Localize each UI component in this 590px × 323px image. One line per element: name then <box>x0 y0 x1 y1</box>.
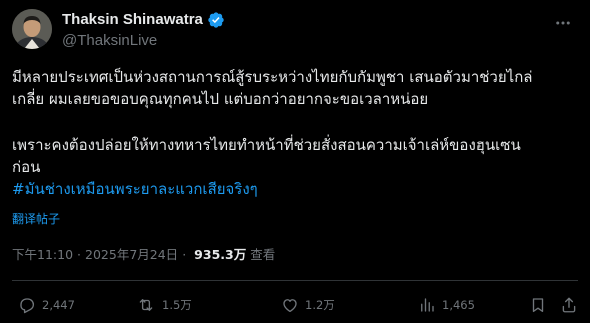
verified-badge-icon[interactable] <box>207 11 225 29</box>
reply-count: 2,447 <box>42 298 75 312</box>
post-meta: 下午11:10 · 2025年7月24日 · 935.3万 查看 <box>12 246 275 264</box>
hashtag-link[interactable]: #มันช่างเหมือนพระยาละแวกเสียจริงๆ <box>12 180 258 198</box>
divider <box>12 280 578 281</box>
post-text-line: ก่อน <box>12 158 41 176</box>
more-options-icon[interactable] <box>552 12 574 34</box>
share-button[interactable] <box>560 292 578 318</box>
post-time[interactable]: 下午11:10 <box>12 246 73 264</box>
share-icon <box>560 296 578 314</box>
translate-post-link[interactable]: 翻译帖子 <box>12 211 60 227</box>
like-icon <box>281 296 299 314</box>
views-action-count: 1,465 <box>442 298 475 312</box>
meta-separator: · <box>182 247 187 262</box>
post-text-line: มีหลายประเทศเป็นห่วงสถานการณ์สู้รบระหว่า… <box>12 68 533 86</box>
like-button[interactable]: 1.2万 <box>281 292 335 318</box>
views-button[interactable]: 1,465 <box>418 292 475 318</box>
reply-icon <box>18 296 36 314</box>
display-name[interactable]: Thaksin Shinawatra <box>62 10 203 30</box>
post: Thaksin Shinawatra @ThaksinLive มีหลายปร… <box>0 0 590 323</box>
post-text-line: เพราะคงต้องปล่อยให้ทางทหารไทยทำหน้าที่ช่… <box>12 136 521 154</box>
handle[interactable]: @ThaksinLive <box>62 31 225 51</box>
repost-button[interactable]: 1.5万 <box>136 292 192 318</box>
views-icon <box>418 296 436 314</box>
avatar-image <box>12 9 52 49</box>
post-text: มีหลายประเทศเป็นห่วงสถานการณ์สู้รบระหว่า… <box>12 66 578 200</box>
name-row: Thaksin Shinawatra <box>62 10 225 30</box>
reply-button[interactable]: 2,447 <box>18 292 75 318</box>
views-count: 935.3万 <box>194 247 247 262</box>
author-info: Thaksin Shinawatra @ThaksinLive <box>62 10 225 50</box>
bookmark-icon <box>529 296 547 314</box>
like-count: 1.2万 <box>305 298 335 312</box>
bookmark-button[interactable] <box>529 292 547 318</box>
repost-icon <box>136 296 156 314</box>
views-label: 查看 <box>250 247 276 262</box>
post-text-line: เกลี่ย ผมเลยขอขอบคุณทุกคนไป แต่บอกว่าอยา… <box>12 90 429 108</box>
avatar[interactable] <box>12 9 52 49</box>
action-bar: 2,447 1.5万 1.2万 1,465 <box>12 292 578 318</box>
post-date[interactable]: 2025年7月24日 <box>85 246 178 264</box>
meta-separator: · <box>77 247 82 262</box>
repost-count: 1.5万 <box>162 298 192 312</box>
